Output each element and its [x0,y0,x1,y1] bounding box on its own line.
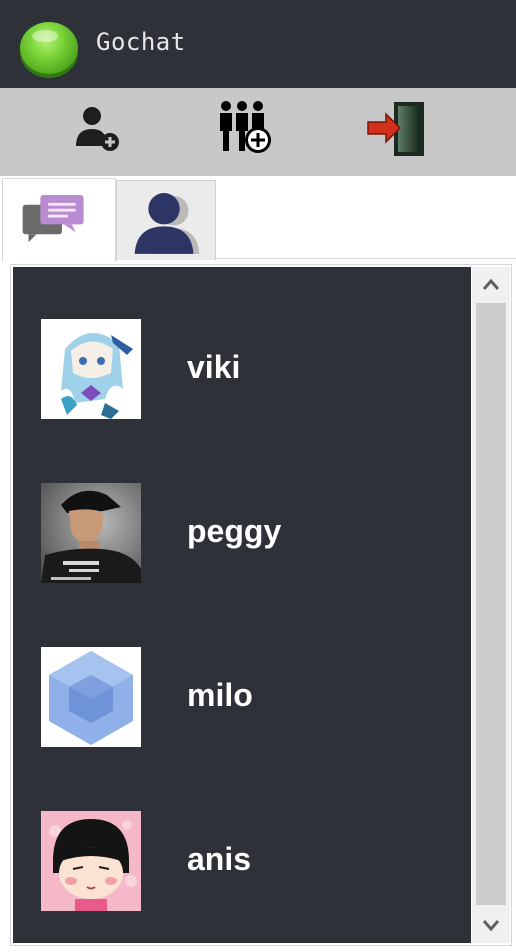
contact-list[interactable]: viki peggy milo anis [13,267,471,943]
toolbar [0,88,516,176]
contact-name: viki [187,349,241,385]
scroll-up-button[interactable] [472,267,510,301]
tab-contacts[interactable] [116,180,216,260]
tab-chats[interactable] [2,178,116,262]
anime-girl-avatar [41,319,141,419]
add-friend-button[interactable] [66,98,130,158]
chevron-up-icon [482,278,500,290]
logout-button[interactable] [364,98,428,158]
blue-cube-avatar [41,647,141,747]
avatar [41,483,141,583]
contact-item-peggy[interactable]: peggy [13,483,471,583]
contact-name: milo [187,677,253,713]
contact-item-viki[interactable]: viki [13,319,471,419]
chevron-down-icon [482,920,500,932]
contact-name: peggy [187,513,282,549]
cartoon-girl-avatar [41,811,141,911]
contacts-icon [134,193,200,254]
app-title: Gochat [96,28,186,56]
avatar [41,811,141,911]
scroll-down-button[interactable] [472,909,510,943]
contact-item-anis[interactable]: anis [13,811,471,911]
add-group-icon [220,101,271,153]
scroll-thumb[interactable] [476,303,506,905]
contact-item-milo[interactable]: milo [13,647,471,747]
app-logo-icon [20,22,78,74]
avatar [41,647,141,747]
chat-bubbles-icon [22,194,84,243]
add-group-button[interactable] [214,98,278,158]
logout-door-icon [367,102,424,156]
contact-name: anis [187,841,252,877]
scrollbar[interactable] [472,267,510,943]
title-bar: Gochat [0,0,516,88]
photo-man-cap-avatar [41,483,141,583]
add-user-icon [76,107,119,151]
tab-bar [0,176,516,262]
avatar [41,319,141,419]
contact-list-panel: viki peggy milo anis [10,264,512,946]
